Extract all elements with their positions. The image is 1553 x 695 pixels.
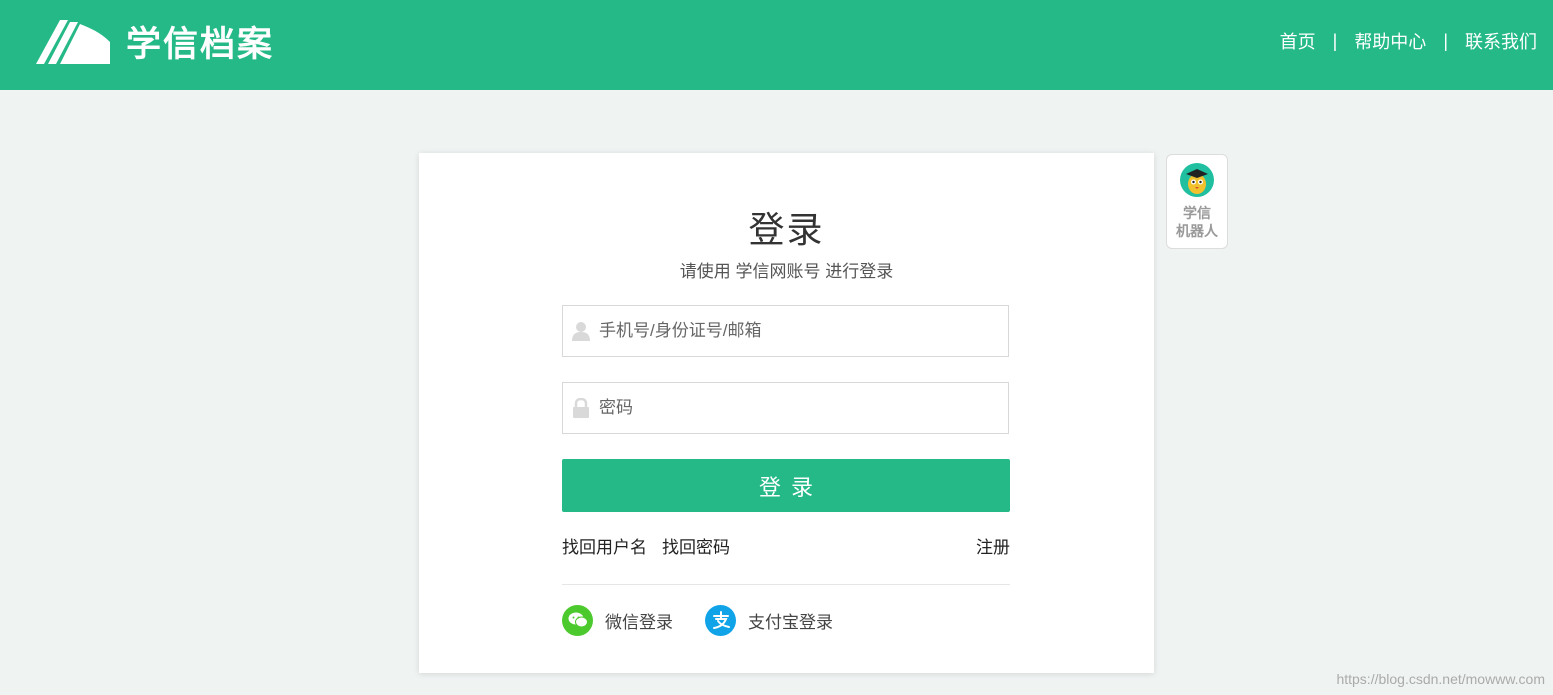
divider bbox=[562, 584, 1010, 585]
username-field[interactable] bbox=[562, 305, 1009, 357]
find-username-link[interactable]: 找回用户名 bbox=[562, 533, 647, 558]
robot-assistant-button[interactable]: 学信 机器人 bbox=[1166, 154, 1228, 249]
login-subtitle: 请使用 学信网账号 进行登录 bbox=[679, 262, 894, 281]
login-card: 登录 请使用 学信网账号 进行登录 登录 找回用户名 找回密码 注册 bbox=[419, 153, 1154, 673]
alipay-login-label: 支付宝登录 bbox=[748, 612, 833, 632]
wechat-login-button[interactable]: 微信登录 bbox=[562, 604, 673, 636]
wechat-icon bbox=[562, 604, 593, 636]
robot-label: 学信 机器人 bbox=[1176, 205, 1218, 239]
username-input[interactable] bbox=[599, 307, 1008, 355]
password-input[interactable] bbox=[599, 384, 1008, 432]
login-title: 登录 bbox=[748, 209, 825, 250]
logo-text: 学信档案 bbox=[126, 24, 275, 64]
wechat-login-label: 微信登录 bbox=[605, 612, 673, 632]
book-logo-icon bbox=[36, 20, 110, 64]
nav-help-link[interactable]: 帮助中心 bbox=[1354, 28, 1426, 54]
nav-separator: | bbox=[1443, 30, 1448, 51]
lock-icon bbox=[563, 383, 599, 433]
nav-contact-link[interactable]: 联系我们 bbox=[1465, 28, 1537, 54]
account-links: 找回用户名 找回密码 注册 bbox=[562, 533, 1010, 557]
top-nav: 首页 | 帮助中心 | 联系我们 bbox=[1280, 28, 1537, 54]
password-field[interactable] bbox=[562, 382, 1009, 434]
nav-separator: | bbox=[1332, 30, 1338, 51]
find-password-link[interactable]: 找回密码 bbox=[662, 533, 730, 558]
site-logo[interactable]: 学信档案 bbox=[34, 16, 274, 66]
nav-home-link[interactable]: 首页 bbox=[1280, 28, 1316, 54]
robot-avatar-icon bbox=[1180, 163, 1214, 197]
login-button[interactable]: 登录 bbox=[562, 459, 1010, 512]
alipay-login-button[interactable]: 支付宝登录 bbox=[705, 604, 833, 636]
watermark: https://blog.csdn.net/mowww.com bbox=[1336, 671, 1545, 687]
register-link[interactable]: 注册 bbox=[976, 533, 1010, 558]
top-header: 学信档案 首页 | 帮助中心 | 联系我们 bbox=[0, 0, 1553, 90]
user-icon bbox=[563, 306, 599, 356]
alipay-icon bbox=[705, 604, 736, 636]
